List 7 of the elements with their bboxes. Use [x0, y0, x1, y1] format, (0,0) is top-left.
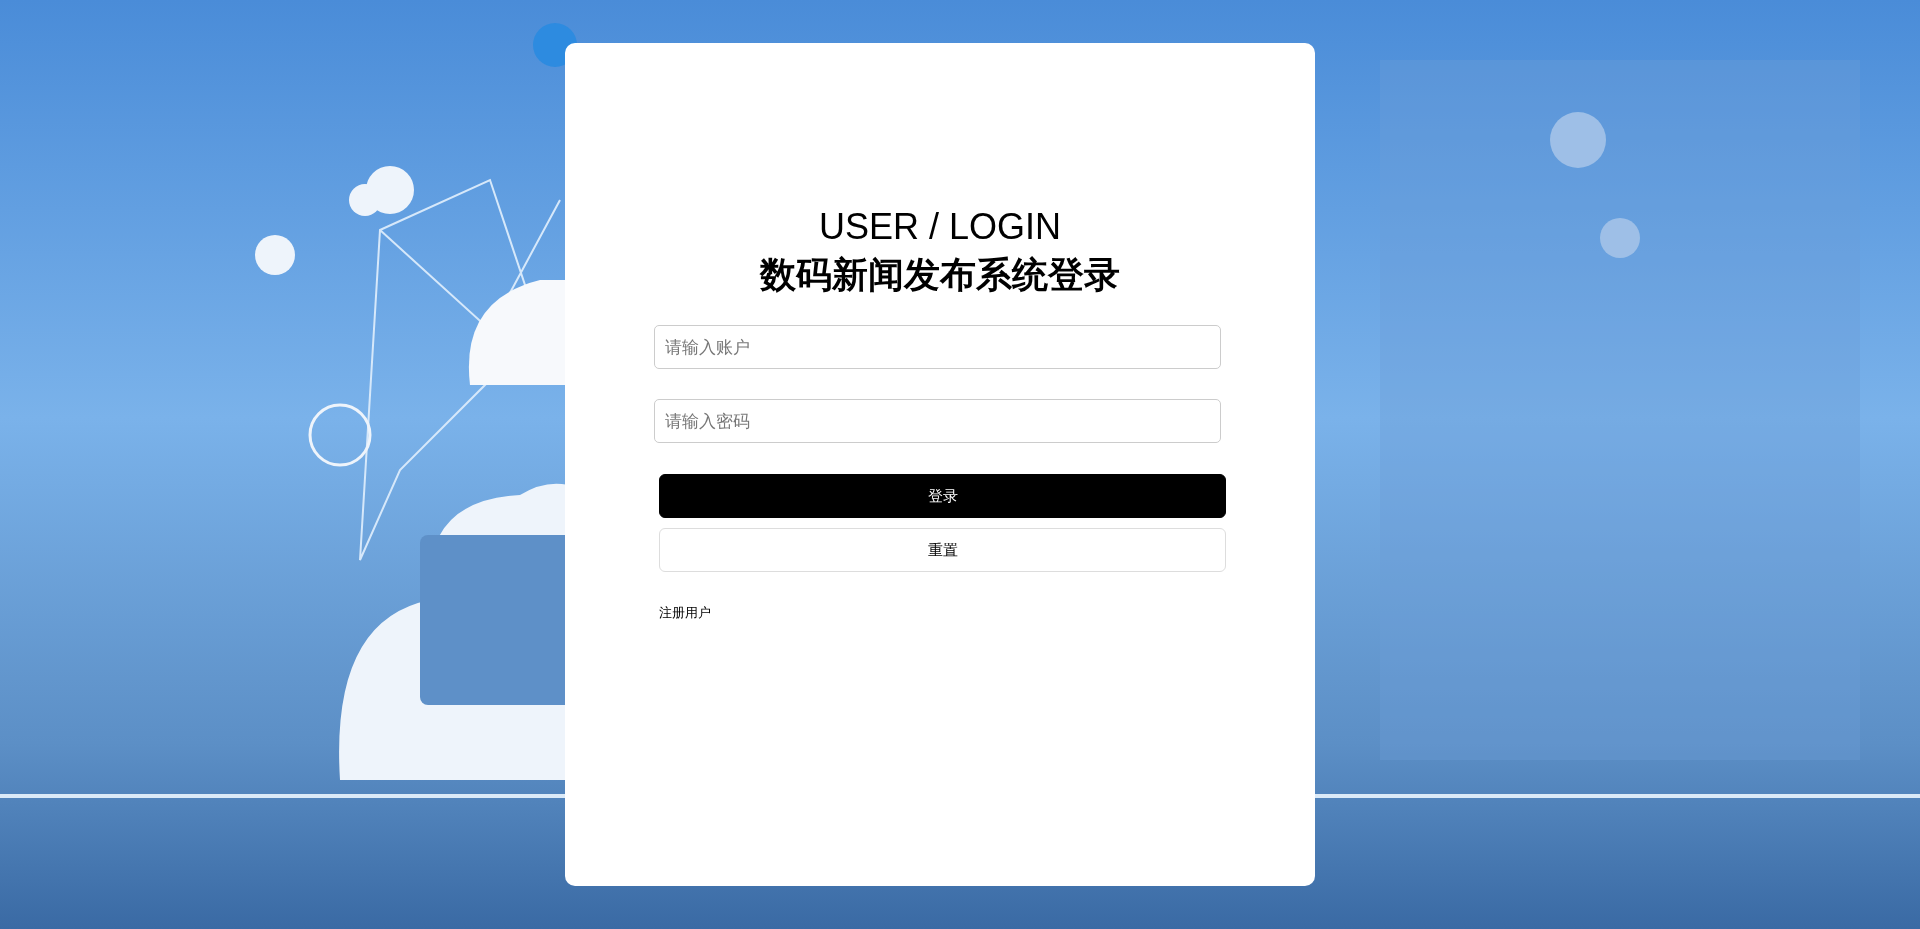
reset-button[interactable]: 重置	[659, 528, 1226, 572]
input-field[interactable]: 请输入账户	[654, 325, 1221, 369]
system-title: 数码新闻发布系统登录	[760, 253, 1120, 297]
login-button[interactable]: 登录	[659, 474, 1226, 518]
register-link[interactable]: 注册用户	[659, 604, 711, 622]
input-field[interactable]: 请输入密码	[654, 399, 1221, 443]
login-heading: USER / LOGIN	[818, 205, 1062, 249]
